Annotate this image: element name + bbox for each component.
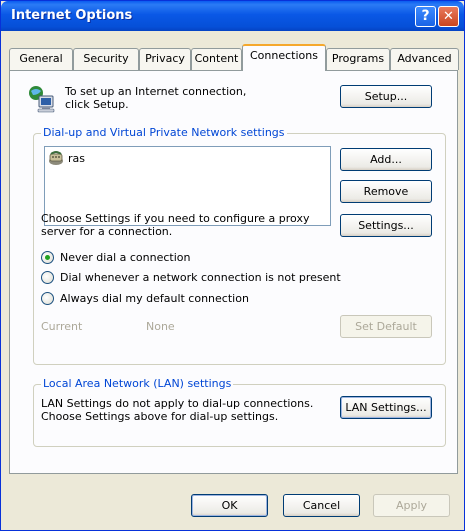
tab-advanced[interactable]: Advanced <box>390 48 459 70</box>
tab-programs[interactable]: Programs <box>326 48 390 70</box>
dialup-group-title: Dial-up and Virtual Private Network sett… <box>41 126 287 139</box>
title-bar[interactable]: Internet Options ? ✕ <box>1 1 464 31</box>
dial-when-no-network-radio[interactable] <box>41 271 54 284</box>
close-button[interactable]: ✕ <box>438 6 459 27</box>
dialup-connection-icon <box>49 151 63 165</box>
connections-panel: To set up an Internet connection, click … <box>9 70 458 474</box>
help-button[interactable]: ? <box>415 6 436 27</box>
current-value: None <box>146 320 175 333</box>
connection-name: ras <box>68 152 85 165</box>
never-dial-radio[interactable] <box>41 251 54 264</box>
add-button[interactable]: Add... <box>340 148 432 171</box>
radio-selected-dot <box>45 255 50 260</box>
tab-strip: General Security Privacy Content Connect… <box>9 42 459 72</box>
setup-instructions: To set up an Internet connection, click … <box>65 85 247 111</box>
current-label: Current <box>41 320 83 333</box>
ok-button[interactable]: OK <box>191 494 268 517</box>
setup-button[interactable]: Setup... <box>340 85 432 108</box>
lan-settings-button[interactable]: LAN Settings... <box>340 396 432 419</box>
apply-button[interactable]: Apply <box>373 494 450 517</box>
window-title: Internet Options <box>11 8 133 23</box>
remove-button[interactable]: Remove <box>340 180 432 203</box>
tab-content[interactable]: Content <box>191 48 242 70</box>
never-dial-label[interactable]: Never dial a connection <box>60 251 190 264</box>
list-item[interactable]: ras <box>48 150 108 166</box>
lan-settings-text: LAN Settings do not apply to dial-up con… <box>41 397 314 423</box>
tab-privacy[interactable]: Privacy <box>139 48 191 70</box>
always-dial-label[interactable]: Always dial my default connection <box>60 292 249 305</box>
proxy-settings-text: Choose Settings if you need to configure… <box>41 212 310 238</box>
help-icon: ? <box>421 8 430 24</box>
internet-options-dialog: Internet Options ? ✕ General Security Pr… <box>0 0 465 531</box>
lan-group-title: Local Area Network (LAN) settings <box>41 377 234 390</box>
network-computer-icon <box>29 86 55 113</box>
close-icon: ✕ <box>443 9 454 24</box>
dial-when-no-network-label[interactable]: Dial whenever a network connection is no… <box>60 271 341 284</box>
tab-general[interactable]: General <box>9 48 73 70</box>
tab-connections[interactable]: Connections <box>242 44 326 71</box>
always-dial-radio[interactable] <box>41 292 54 305</box>
settings-button[interactable]: Settings... <box>340 214 432 237</box>
tab-security[interactable]: Security <box>73 48 139 70</box>
set-default-button[interactable]: Set Default <box>340 315 432 338</box>
cancel-button[interactable]: Cancel <box>283 494 360 517</box>
